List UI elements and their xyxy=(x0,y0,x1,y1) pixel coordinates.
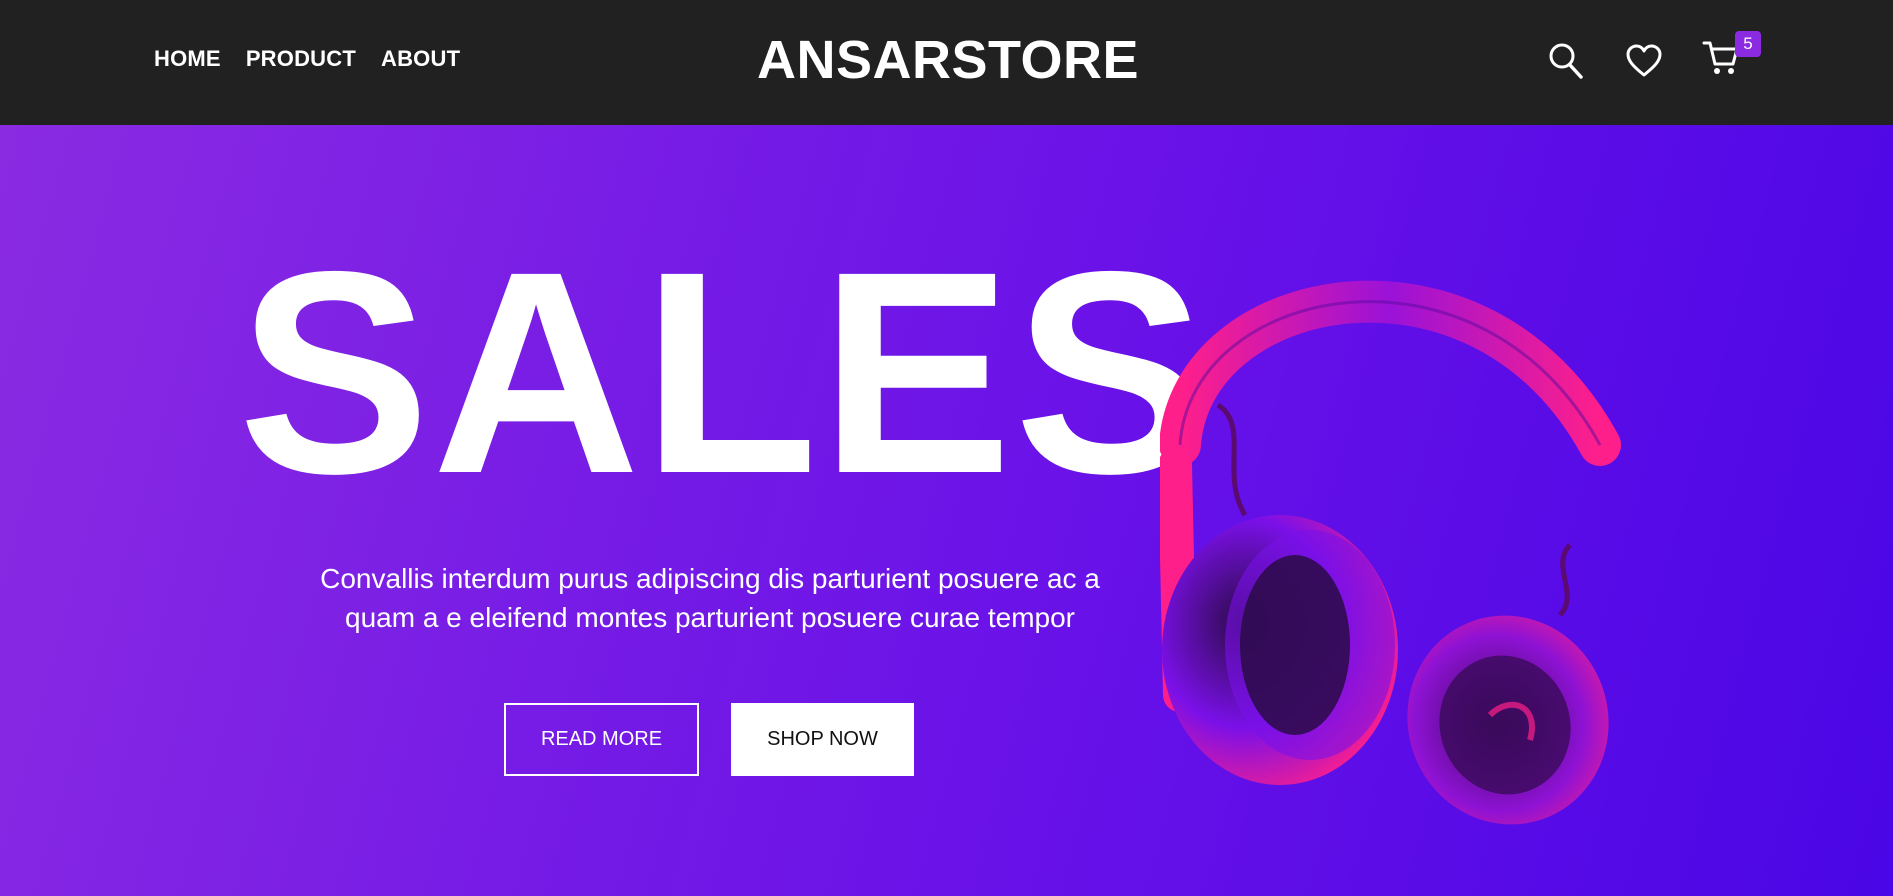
hero-title: SALES xyxy=(238,212,1209,534)
hero-banner: SALES Convallis interdum purus adipiscin… xyxy=(0,125,1893,896)
navbar: HOME PRODUCT ABOUT ANSARSTORE 5 xyxy=(0,0,1893,125)
headphones-image xyxy=(1158,245,1660,850)
nav-link-home[interactable]: HOME xyxy=(154,46,221,72)
shop-now-button[interactable]: SHOP NOW xyxy=(731,703,914,776)
search-icon[interactable] xyxy=(1548,42,1584,85)
nav-links: HOME PRODUCT ABOUT xyxy=(154,46,460,72)
read-more-button[interactable]: READ MORE xyxy=(504,703,699,776)
cart-count-badge: 5 xyxy=(1735,31,1761,57)
nav-link-about[interactable]: ABOUT xyxy=(381,46,460,72)
heart-icon[interactable] xyxy=(1626,44,1662,83)
brand-logo[interactable]: ANSARSTORE xyxy=(757,27,1139,93)
hero-description: Convallis interdum purus adipiscing dis … xyxy=(320,563,1100,633)
nav-link-product[interactable]: PRODUCT xyxy=(246,46,356,72)
